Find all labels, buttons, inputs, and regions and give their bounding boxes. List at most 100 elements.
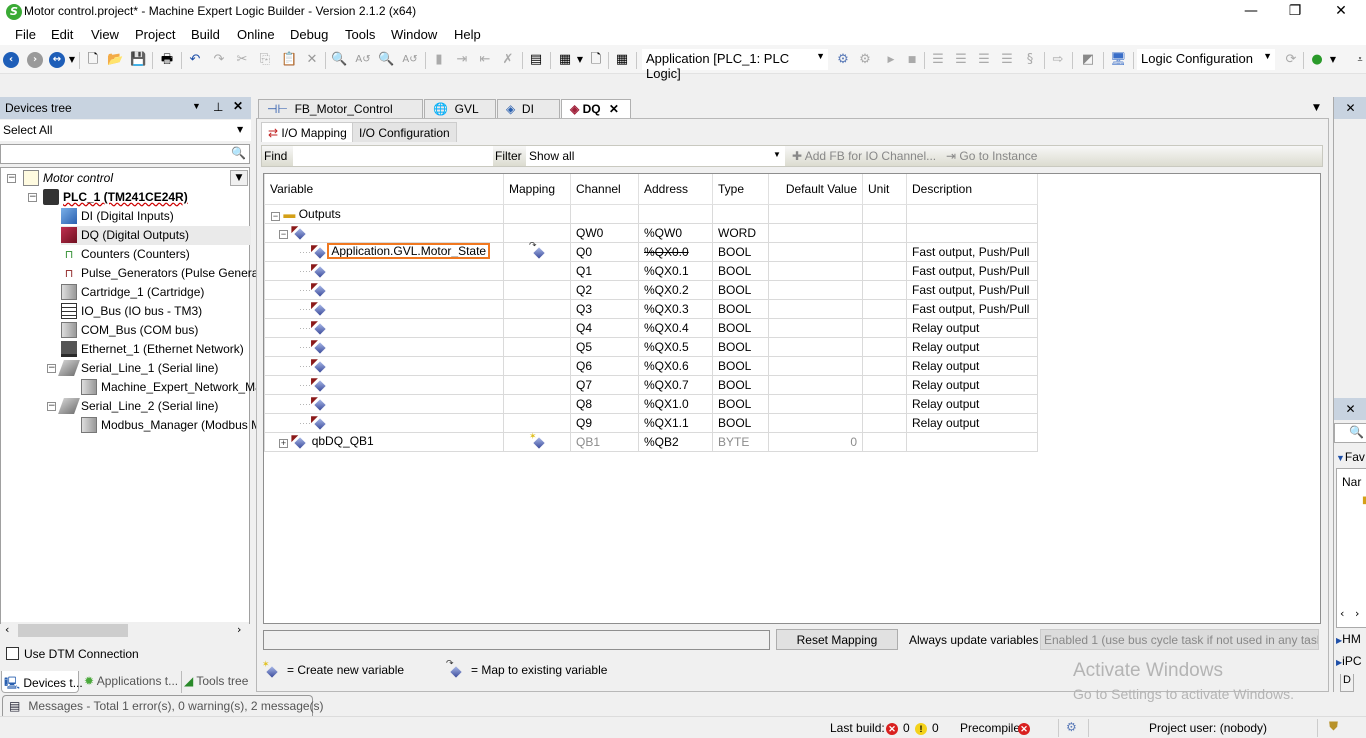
tree-item-com-bus[interactable]: COM_Bus (COM bus): [61, 321, 198, 340]
undo-icon[interactable]: ↶: [187, 52, 203, 68]
mapping-cell[interactable]: [503, 260, 571, 281]
close-window-button[interactable]: ✕: [1318, 0, 1364, 24]
address-cell[interactable]: %QW0: [638, 222, 713, 243]
section-ipc[interactable]: ▶iPC: [1336, 654, 1362, 668]
clear-bookmarks-icon[interactable]: ✗: [500, 52, 516, 68]
toolbar-overflow-icon[interactable]: ⩡: [1352, 52, 1366, 68]
pin-icon[interactable]: ⊥: [213, 100, 223, 114]
run-to-cursor-icon[interactable]: ☰: [999, 52, 1015, 68]
address-cell[interactable]: %QX0.6: [638, 355, 713, 376]
collapse-icon[interactable]: −: [47, 402, 56, 411]
close-tab-icon[interactable]: ✕: [609, 102, 619, 116]
default-value-cell[interactable]: [768, 260, 863, 281]
table-row[interactable]: ···· ◤ Q6 %QX0.6 BOOL Relay output: [264, 355, 1038, 376]
col-description[interactable]: Description: [906, 174, 1038, 205]
address-cell[interactable]: %QX0.2: [638, 279, 713, 300]
filter-dropdown[interactable]: Show all ▼: [526, 146, 785, 166]
replace-icon[interactable]: A↺: [355, 52, 371, 68]
collapse-icon[interactable]: −: [271, 211, 280, 221]
prev-bookmark-icon[interactable]: ⇤: [477, 52, 493, 68]
configure-icon[interactable]: ▦: [614, 52, 630, 68]
select-all-dropdown[interactable]: Select All ▼: [0, 120, 251, 141]
save-icon[interactable]: 💾: [130, 52, 146, 68]
configuration-combo[interactable]: Logic Configuration ▼: [1137, 49, 1275, 70]
menu-online[interactable]: Online: [237, 27, 275, 42]
step-into-icon[interactable]: ☰: [953, 52, 969, 68]
collapse-icon[interactable]: −: [7, 174, 16, 183]
close-pane-icon[interactable]: ✕: [1334, 398, 1366, 420]
back-icon[interactable]: ‹: [3, 52, 19, 68]
col-address[interactable]: Address: [638, 174, 713, 205]
device-status-icon[interactable]: ⚙: [1066, 720, 1077, 734]
find-in-project-icon[interactable]: 🔍: [378, 52, 394, 68]
horizontal-scrollbar[interactable]: ‹ ›: [1, 622, 249, 639]
default-value-cell[interactable]: [768, 279, 863, 300]
tree-dropdown-button[interactable]: ▼: [230, 170, 248, 186]
col-type[interactable]: Type: [712, 174, 769, 205]
table-row[interactable]: ···· ◤ Q3 %QX0.3 BOOL Fast output, Push/Pull: [264, 298, 1038, 319]
variable-cell[interactable]: qbDQ_QB1: [309, 434, 377, 448]
menu-tools[interactable]: Tools: [345, 27, 375, 42]
paste-icon[interactable]: 📋: [281, 52, 297, 68]
tree-item-serial-line-2[interactable]: Serial_Line_2 (Serial line): [58, 397, 218, 416]
table-row[interactable]: ···· ◤ Q5 %QX0.5 BOOL Relay output: [264, 336, 1038, 357]
col-default-value[interactable]: Default Value: [768, 174, 863, 205]
menu-build[interactable]: Build: [191, 27, 220, 42]
address-cell[interactable]: %QX0.7: [638, 374, 713, 395]
col-channel[interactable]: Channel: [570, 174, 639, 205]
menu-edit[interactable]: Edit: [51, 27, 73, 42]
tab-list-dropdown-icon[interactable]: ▼: [1313, 103, 1320, 113]
device-search-input[interactable]: 🔍: [0, 144, 250, 164]
table-row[interactable]: ···· ◤ Q7 %QX0.7 BOOL Relay output: [264, 374, 1038, 395]
tab-gvl[interactable]: 🌐 GVL: [424, 99, 496, 118]
mapping-cell[interactable]: [503, 279, 571, 300]
chevron-down-icon[interactable]: ▼: [572, 52, 588, 68]
table-row[interactable]: + ◤ qbDQ_QB1 ✶ QB1 %QB2 BYTE 0: [264, 431, 1038, 452]
reset-mapping-button[interactable]: Reset Mapping: [776, 629, 898, 650]
scroll-left-icon[interactable]: ‹: [5, 623, 9, 636]
favorites-section[interactable]: ▼Fav: [1336, 450, 1365, 464]
forward-icon[interactable]: ›: [27, 52, 43, 68]
export-icon[interactable]: 🗋: [588, 52, 604, 68]
table-row[interactable]: ···· ◤ Q4 %QX0.4 BOOL Relay output: [264, 317, 1038, 338]
tree-item-cartridge[interactable]: Cartridge_1 (Cartridge): [61, 283, 204, 302]
tab-fb-motor-control[interactable]: ⊣⊢ FB_Motor_Control: [258, 99, 423, 118]
address-cell[interactable]: %QX0.4: [638, 317, 713, 338]
collapse-icon[interactable]: −: [279, 230, 288, 240]
precompile-error-icon[interactable]: ✕: [1018, 721, 1030, 735]
navigate-icon[interactable]: ↔: [49, 52, 65, 68]
address-cell[interactable]: %QX1.0: [638, 393, 713, 414]
monitor-icon[interactable]: 🖥: [1110, 52, 1127, 68]
find-input[interactable]: [293, 146, 493, 166]
replace-in-project-icon[interactable]: A↺: [402, 52, 418, 68]
mapping-cell[interactable]: ✶: [503, 431, 571, 452]
redo-icon[interactable]: ↷: [211, 52, 227, 68]
address-cell[interactable]: %QX1.1: [638, 412, 713, 433]
collapse-icon[interactable]: −: [47, 364, 56, 373]
default-value-cell[interactable]: 0: [768, 431, 863, 452]
address-cell[interactable]: %QX0.3: [638, 298, 713, 319]
go-to-instance-button[interactable]: ⇥ Go to Instance: [946, 149, 1037, 163]
menu-debug[interactable]: Debug: [290, 27, 328, 42]
stop-icon[interactable]: ■: [904, 52, 920, 68]
shield-icon[interactable]: ⛊: [1329, 719, 1338, 734]
copy-icon[interactable]: ⎘: [257, 52, 273, 68]
default-value-cell[interactable]: [768, 222, 863, 243]
search-icon[interactable]: 🔍: [1349, 425, 1364, 439]
tree-item-dq[interactable]: DQ (Digital Outputs): [61, 226, 251, 245]
mapping-cell[interactable]: [503, 298, 571, 319]
tree-item-pulse-generators[interactable]: ⊓ Pulse_Generators (Pulse Generators): [61, 264, 283, 283]
tree-item-counters[interactable]: ⊓ Counters (Counters): [61, 245, 190, 264]
messages-tab[interactable]: ▤ Messages - Total 1 error(s), 0 warning(…: [2, 695, 324, 716]
tree-item-plc[interactable]: PLC_1 (TM241CE24R): [43, 188, 188, 207]
mapping-cell[interactable]: [503, 393, 571, 414]
find-icon[interactable]: 🔍: [331, 52, 347, 68]
default-value-cell[interactable]: [768, 412, 863, 433]
menu-project[interactable]: Project: [135, 27, 175, 42]
table-row[interactable]: − ◤ QW0 %QW0 WORD: [264, 222, 1038, 243]
delete-icon[interactable]: ✕: [304, 52, 320, 68]
pane-menu-icon[interactable]: ▼: [192, 101, 201, 111]
mapping-cell[interactable]: [503, 336, 571, 357]
tab-di[interactable]: ◈ DI: [497, 99, 560, 118]
show-next-statement-icon[interactable]: ⇨: [1050, 52, 1066, 68]
